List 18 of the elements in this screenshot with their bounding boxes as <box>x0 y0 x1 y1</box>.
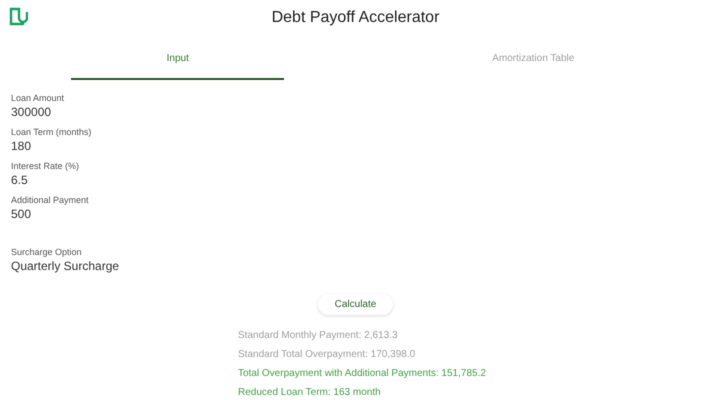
result-text: Standard Total Overpayment: 170,398.0 <box>238 348 416 362</box>
logo-icon <box>8 7 28 27</box>
calculate-button[interactable]: Calculate <box>318 294 394 315</box>
field-label: Surcharge Option <box>11 246 83 258</box>
field-label: Loan Amount <box>11 92 66 104</box>
window-title: Debt Payoff Accelerator <box>272 9 440 27</box>
input-field[interactable]: 500 <box>11 206 700 222</box>
field-label: Loan Term (months) <box>11 126 92 138</box>
field-label: Interest Rate (%) <box>11 160 80 172</box>
result-text: Reduced Loan Term: 163 month <box>238 386 382 400</box>
input-field[interactable]: 6.5 <box>11 172 700 188</box>
tab[interactable]: Input <box>0 36 356 80</box>
dropdown[interactable]: Quarterly Surcharge <box>11 258 700 274</box>
input-field[interactable]: 300000 <box>11 104 700 120</box>
field-label: Additional Payment <box>11 194 90 206</box>
result-text: Standard Monthly Payment: 2,613.3 <box>238 329 399 343</box>
result-text: Total Overpayment with Additional Payments: 151,785.2 <box>238 367 487 381</box>
input-field[interactable]: 180 <box>11 138 700 154</box>
